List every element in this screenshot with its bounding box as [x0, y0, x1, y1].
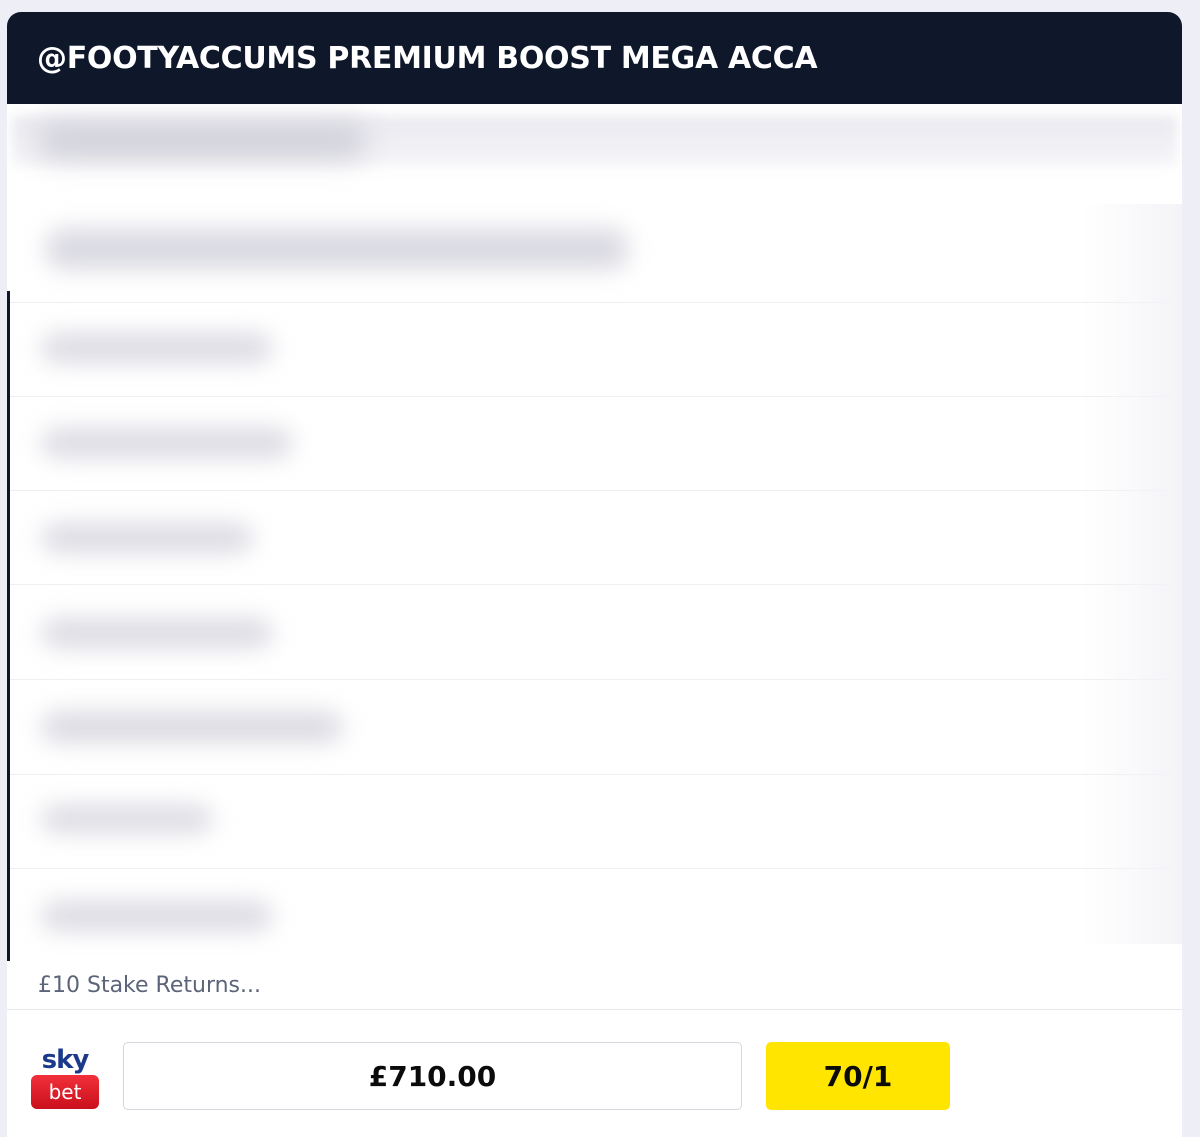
row-divider	[7, 584, 1182, 585]
blurred-selection	[42, 334, 272, 362]
logo-sky-text: sky	[41, 1045, 90, 1075]
logo-bet-text: bet	[31, 1075, 99, 1109]
stake-row: £10 Stake Returns...	[7, 962, 1182, 1010]
row-divider	[7, 868, 1182, 869]
row-divider	[7, 302, 1182, 303]
blurred-selection	[42, 806, 212, 832]
odds-button[interactable]: 70/1	[766, 1042, 950, 1110]
row-divider	[7, 679, 1182, 680]
blurred-selection	[42, 429, 292, 457]
stake-label: £10 Stake Returns...	[38, 973, 261, 998]
selection-accent-bar	[7, 291, 10, 961]
row-divider	[7, 490, 1182, 491]
card-header: @FOOTYACCUMS PREMIUM BOOST MEGA ACCA	[7, 12, 1182, 104]
blurred-text	[47, 229, 627, 269]
row-divider	[7, 396, 1182, 397]
blurred-selection	[42, 902, 272, 930]
blurred-selection	[42, 524, 252, 552]
row-divider	[7, 774, 1182, 775]
blurred-selections	[7, 104, 1182, 962]
blurred-text	[37, 124, 367, 158]
acca-card: @FOOTYACCUMS PREMIUM BOOST MEGA ACCA £10…	[7, 12, 1182, 1137]
bet-row: sky bet £710.00 70/1	[7, 1011, 1182, 1137]
blurred-selection	[42, 712, 342, 742]
returns-amount[interactable]: £710.00	[123, 1042, 742, 1110]
blurred-selection	[42, 619, 272, 647]
skybet-logo[interactable]: sky bet	[29, 1045, 101, 1111]
card-title: @FOOTYACCUMS PREMIUM BOOST MEGA ACCA	[37, 40, 818, 76]
scroll-shade	[1082, 204, 1182, 944]
